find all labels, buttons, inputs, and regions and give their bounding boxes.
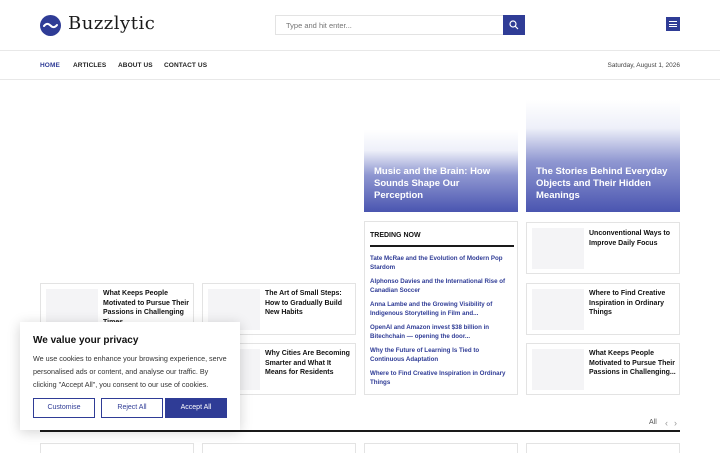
main-nav: HOME ARTICLES ABOUT US CONTACT US Saturd…	[0, 50, 720, 80]
article-thumbnail[interactable]	[532, 289, 584, 330]
menu-button[interactable]	[666, 17, 680, 31]
chevron-right-icon[interactable]: ›	[674, 418, 677, 428]
article-title[interactable]: Unconventional Ways to Improve Daily Foc…	[589, 229, 677, 248]
article-card[interactable]: What Keeps People Motivated to Pursue Th…	[526, 343, 680, 395]
hero-title[interactable]: Music and the Brain: How Sounds Shape Ou…	[374, 166, 509, 202]
cookie-title: We value your privacy	[33, 335, 139, 346]
search-icon	[509, 20, 519, 30]
trending-box: TREDING NOW Tate McRae and the Evolution…	[364, 221, 518, 395]
article-thumbnail[interactable]	[532, 228, 584, 269]
cookie-text: We use cookies to enhance your browsing …	[33, 354, 227, 389]
article-title[interactable]: The Art of Small Steps: How to Gradually…	[265, 289, 353, 318]
trending-item[interactable]: Anna Lambe and the Growing Visibility of…	[370, 300, 510, 318]
nav-home[interactable]: HOME	[40, 62, 60, 69]
nav-about-us[interactable]: ABOUT US	[118, 62, 153, 69]
section-divider	[40, 430, 680, 432]
article-card[interactable]	[202, 443, 356, 453]
trending-item[interactable]: Alphonso Davies and the International Ri…	[370, 277, 510, 295]
article-title[interactable]: Where to Find Creative Inspiration in Or…	[589, 289, 677, 318]
chevron-left-icon[interactable]: ‹	[665, 418, 668, 428]
article-card[interactable]: Unconventional Ways to Improve Daily Foc…	[526, 222, 680, 274]
article-card[interactable]	[40, 443, 194, 453]
trending-item[interactable]: Where to Find Creative Inspiration in Or…	[370, 369, 510, 387]
reject-all-button[interactable]: Reject All	[101, 398, 163, 418]
trending-heading: TREDING NOW	[370, 232, 421, 239]
trending-item[interactable]: OpenAI and Amazon invest $38 billion in …	[370, 323, 510, 341]
article-title[interactable]: What Keeps People Motivated to Pursue Th…	[589, 349, 677, 378]
nav-contact-us[interactable]: CONTACT US	[164, 62, 207, 69]
article-title[interactable]: Why Cities Are Becoming Smarter and What…	[265, 349, 353, 378]
article-card[interactable]	[364, 443, 518, 453]
accept-all-button[interactable]: Accept All	[165, 398, 227, 418]
all-link[interactable]: All	[649, 419, 657, 426]
article-card[interactable]	[526, 443, 680, 453]
customise-button[interactable]: Customise	[33, 398, 95, 418]
hero-title[interactable]: The Stories Behind Everyday Objects and …	[536, 166, 671, 202]
divider	[370, 245, 514, 247]
trending-item[interactable]: Why the Future of Learning Is Tied to Co…	[370, 346, 510, 364]
logo-text[interactable]: Buzzlytic	[68, 13, 155, 34]
search-button[interactable]	[503, 15, 525, 35]
nav-articles[interactable]: ARTICLES	[73, 62, 106, 69]
search-input[interactable]	[275, 15, 504, 35]
hero-card[interactable]: The Stories Behind Everyday Objects and …	[526, 100, 680, 212]
hero-card[interactable]: Music and the Brain: How Sounds Shape Ou…	[364, 130, 518, 212]
current-date: Saturday, August 1, 2026	[607, 62, 680, 69]
article-card[interactable]: Where to Find Creative Inspiration in Or…	[526, 283, 680, 335]
site-header: Buzzlytic	[0, 0, 720, 50]
cookie-banner: We value your privacy We use cookies to …	[20, 322, 240, 430]
article-thumbnail[interactable]	[532, 349, 584, 390]
logo-icon[interactable]	[40, 15, 61, 36]
trending-item[interactable]: Tate McRae and the Evolution of Modern P…	[370, 254, 510, 272]
